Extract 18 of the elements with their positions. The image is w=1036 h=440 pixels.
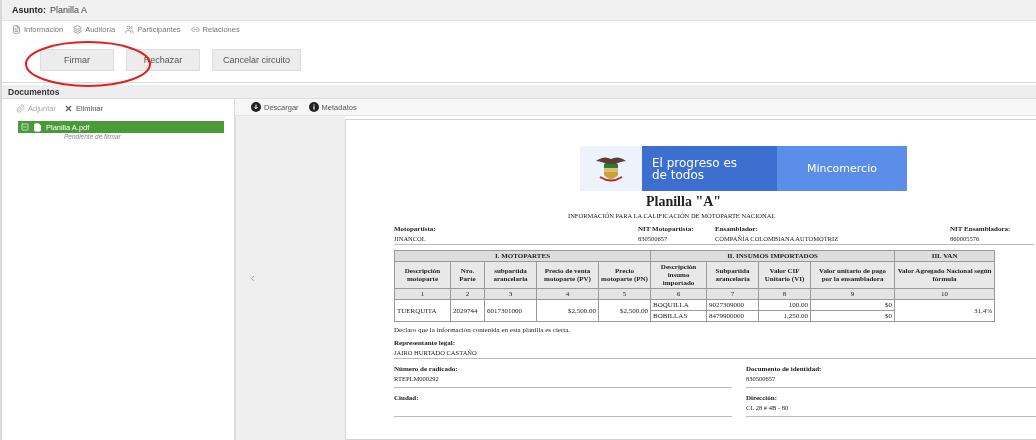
close-icon bbox=[63, 103, 73, 113]
section-header: Documentos bbox=[2, 85, 1036, 99]
link-icon bbox=[190, 25, 200, 34]
download-icon bbox=[251, 102, 261, 112]
action-button[interactable]: Cancelar circuito bbox=[212, 49, 302, 71]
paperclip-icon bbox=[16, 103, 25, 113]
subject-value: Planilla A bbox=[50, 5, 88, 15]
info-icon bbox=[308, 102, 319, 112]
layers-icon bbox=[73, 25, 83, 34]
file-icon bbox=[33, 122, 42, 132]
subject-label: Asunto: bbox=[12, 5, 46, 15]
people-icon bbox=[125, 25, 135, 34]
action-button[interactable]: Firmar bbox=[40, 49, 114, 71]
collapse-icon[interactable] bbox=[21, 123, 29, 131]
document-icon bbox=[12, 25, 21, 34]
slogan-banner: El progreso es de todos bbox=[642, 146, 777, 191]
document-title: Planilla "A" bbox=[646, 194, 723, 210]
brand-banner: Mincomercio bbox=[777, 146, 907, 191]
